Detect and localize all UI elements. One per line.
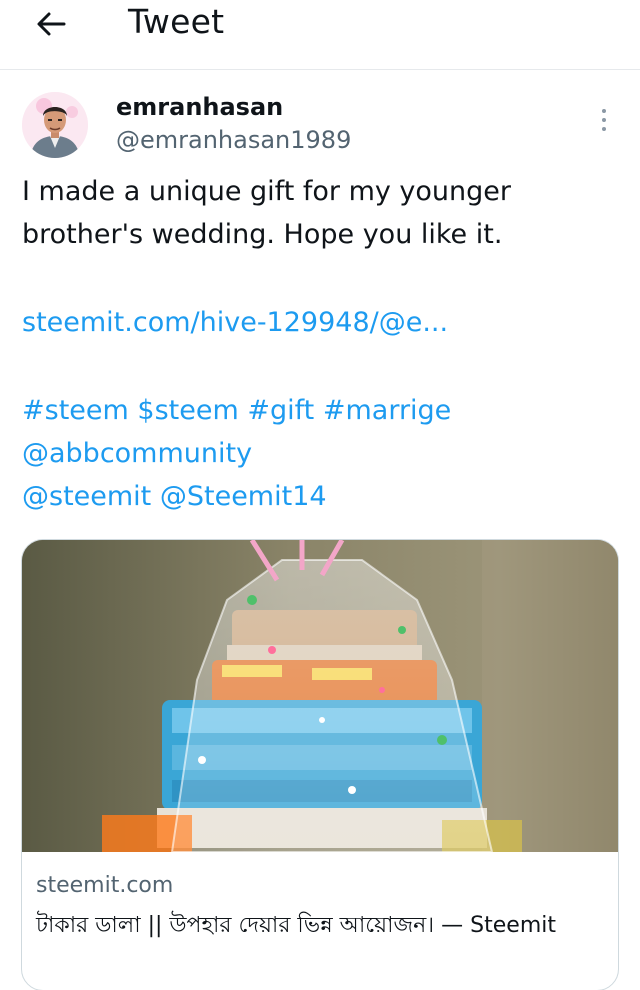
author-display-name[interactable]: emranhasan	[116, 93, 283, 121]
top-bar: Tweet	[0, 0, 640, 70]
tweet-link[interactable]: steemit.com/hive-129948/@e...	[22, 301, 622, 344]
arrow-left-icon	[37, 12, 66, 36]
hashtag-link[interactable]: #steem	[22, 395, 129, 426]
cashtag-link[interactable]: $steem	[137, 395, 238, 426]
avatar-illustration	[22, 92, 88, 158]
back-button[interactable]	[30, 4, 72, 44]
card-domain: steemit.com	[36, 873, 174, 898]
page-title: Tweet	[128, 2, 225, 41]
tweet-text-line: I made a unique gift for my younger	[22, 176, 512, 207]
card-title: টাকার ডালা || উপহার দেয়ার ভিন্ন আয়োজন।…	[36, 913, 556, 938]
tweet-body: I made a unique gift for my younger brot…	[22, 170, 622, 518]
tweet-text-line: brother's wedding. Hope you like it.	[22, 219, 503, 250]
hashtag-link[interactable]: #gift	[247, 395, 314, 426]
more-dot-icon	[602, 118, 606, 122]
more-dot-icon	[602, 127, 606, 131]
gift-basket-photo	[22, 540, 618, 852]
more-options-button[interactable]	[592, 104, 616, 136]
avatar[interactable]	[22, 92, 88, 158]
author-handle[interactable]: @emranhasan1989	[116, 126, 351, 154]
hashtag-link[interactable]: #marrige	[323, 395, 451, 426]
more-dot-icon	[602, 109, 606, 113]
mention-link[interactable]: @Steemit14	[160, 481, 327, 512]
mention-link[interactable]: @abbcommunity	[22, 438, 252, 469]
card-image[interactable]	[22, 540, 618, 852]
mention-link[interactable]: @steemit	[22, 481, 151, 512]
link-preview-card[interactable]: steemit.com টাকার ডালা || উপহার দেয়ার ভ…	[21, 539, 619, 990]
